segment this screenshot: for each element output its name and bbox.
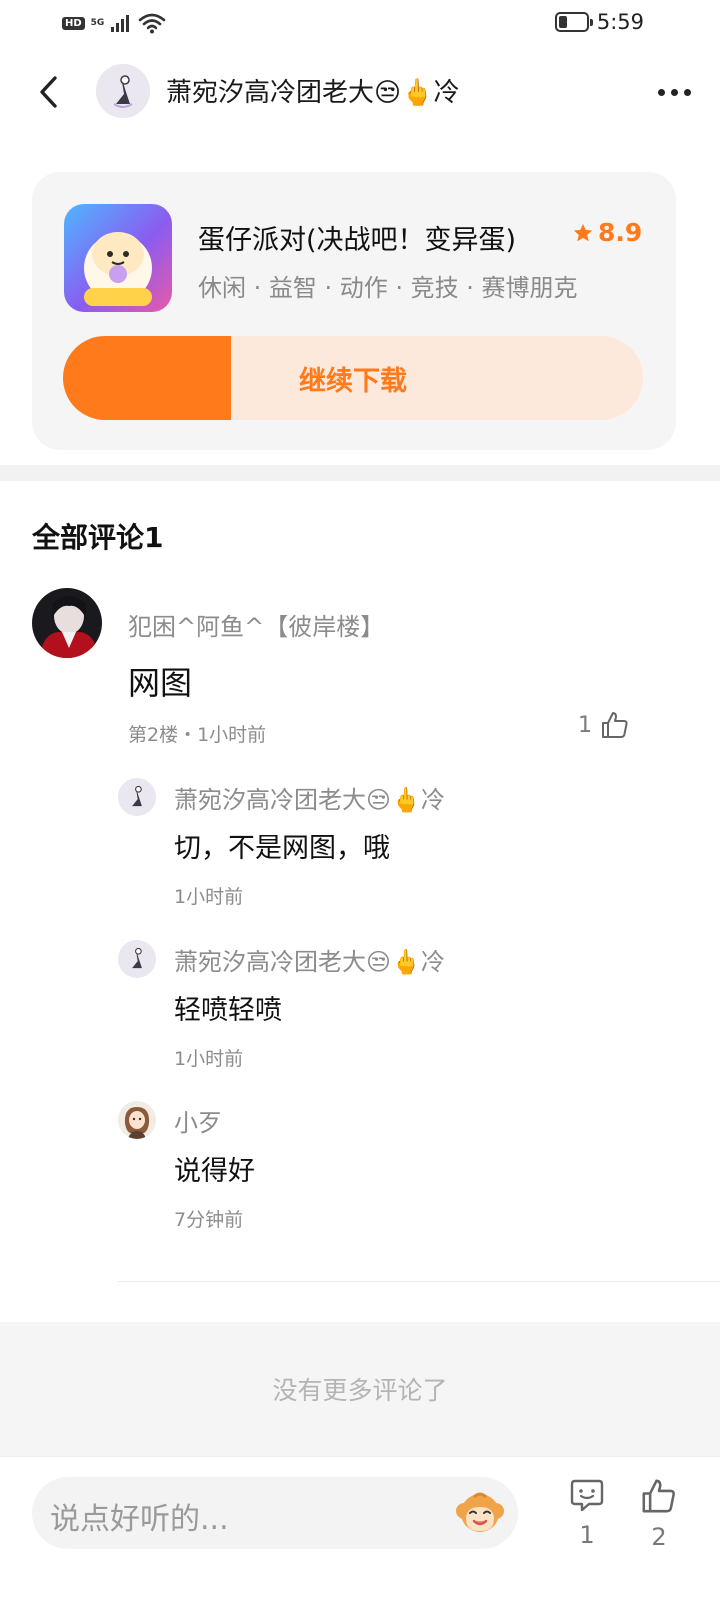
download-label: 继续下载: [299, 365, 407, 397]
reply-time: 1小时前: [174, 1048, 244, 1070]
more-options-button[interactable]: [650, 76, 698, 108]
bottom-bar: 说点好听的... 1 2: [0, 1456, 720, 1600]
author-avatar[interactable]: [96, 64, 150, 118]
game-tags: 休闲 · 益智 · 动作 · 竞技 · 赛博朋克: [198, 274, 578, 302]
avatar-figure-icon: [96, 64, 150, 118]
monkey-emoji-icon: [456, 1492, 504, 1532]
status-left: HD 5G: [62, 12, 166, 34]
comment-username[interactable]: 犯困^阿鱼^【彼岸楼】: [128, 607, 384, 642]
avatar-figure-icon: [118, 940, 156, 978]
reply-username[interactable]: 萧宛汐高冷团老大😒🖕冷: [174, 780, 445, 815]
reply-text: 切，不是网图，哦: [174, 833, 390, 864]
battery-level: [558, 16, 567, 28]
comments-count: 1: [579, 1521, 595, 1549]
game-name: 蛋仔派对(决战吧！变异蛋): [198, 225, 517, 256]
status-right: 5:59: [554, 10, 644, 34]
comment-text: 网图: [128, 664, 193, 702]
continue-download-button[interactable]: 继续下载: [63, 336, 643, 420]
more-dot-icon: [683, 88, 691, 96]
battery-icon: [554, 12, 593, 32]
hd-badge: HD: [62, 16, 85, 30]
reply-avatar[interactable]: [118, 1101, 156, 1139]
reply-avatar[interactable]: [118, 940, 156, 978]
game-card[interactable]: 蛋仔派对(决战吧！变异蛋) 8.9 休闲 · 益智 · 动作 · 竞技 · 赛博…: [32, 172, 676, 450]
more-dot-icon: [670, 88, 678, 96]
thumbs-up-icon: [642, 1479, 675, 1513]
reply-text: 说得好: [174, 1156, 255, 1187]
page-header: 萧宛汐高冷团老大😒🖕冷: [0, 58, 720, 126]
avatar-figure-icon: [118, 778, 156, 816]
comments-count-button[interactable]: 1: [562, 1477, 612, 1549]
reply-username[interactable]: 萧宛汐高冷团老大😒🖕冷: [174, 942, 445, 977]
status-bar: HD 5G 5:59: [0, 0, 720, 50]
commenter-avatar[interactable]: [32, 588, 102, 658]
comment-bubble-icon: [570, 1479, 604, 1512]
star-icon: [573, 223, 593, 241]
comment-input[interactable]: 说点好听的...: [32, 1477, 518, 1549]
reply-time: 1小时前: [174, 886, 244, 908]
rating-score: 8.9: [598, 218, 643, 247]
comments-header: 全部评论1: [32, 521, 164, 554]
like-button[interactable]: 2: [634, 1477, 684, 1551]
avatar-girl-icon: [118, 1101, 156, 1139]
back-button[interactable]: [28, 72, 68, 112]
game-icon[interactable]: [64, 204, 172, 312]
clock: 5:59: [596, 10, 644, 34]
section-divider: [0, 465, 720, 481]
game-rating: 8.9: [572, 218, 642, 247]
reply-username[interactable]: 小歹: [174, 1103, 222, 1138]
comment-like-button[interactable]: 1: [578, 710, 630, 740]
like-count: 2: [651, 1523, 667, 1551]
chevron-left-icon: [40, 76, 57, 108]
game-mascot-icon: [64, 204, 172, 312]
comment-input-placeholder: 说点好听的...: [50, 1502, 229, 1537]
wifi-icon: [139, 13, 166, 34]
page-title: 萧宛汐高冷团老大😒🖕冷: [166, 78, 460, 108]
reply-avatar[interactable]: [118, 778, 156, 816]
reply-divider: [118, 1281, 720, 1282]
thumbs-up-icon: [602, 712, 628, 738]
reply-text: 轻喷轻喷: [174, 995, 282, 1026]
network-type: 5G: [90, 18, 105, 28]
comment-meta: 第2楼・1小时前: [128, 724, 267, 746]
more-dot-icon: [657, 88, 665, 96]
reply-time: 7分钟前: [174, 1209, 244, 1231]
emoji-button[interactable]: [452, 1485, 508, 1541]
no-more-comments: 没有更多评论了: [0, 1322, 720, 1456]
signal-icon: [111, 15, 130, 32]
avatar-portrait-icon: [32, 588, 102, 658]
comment-like-count: 1: [578, 712, 592, 738]
